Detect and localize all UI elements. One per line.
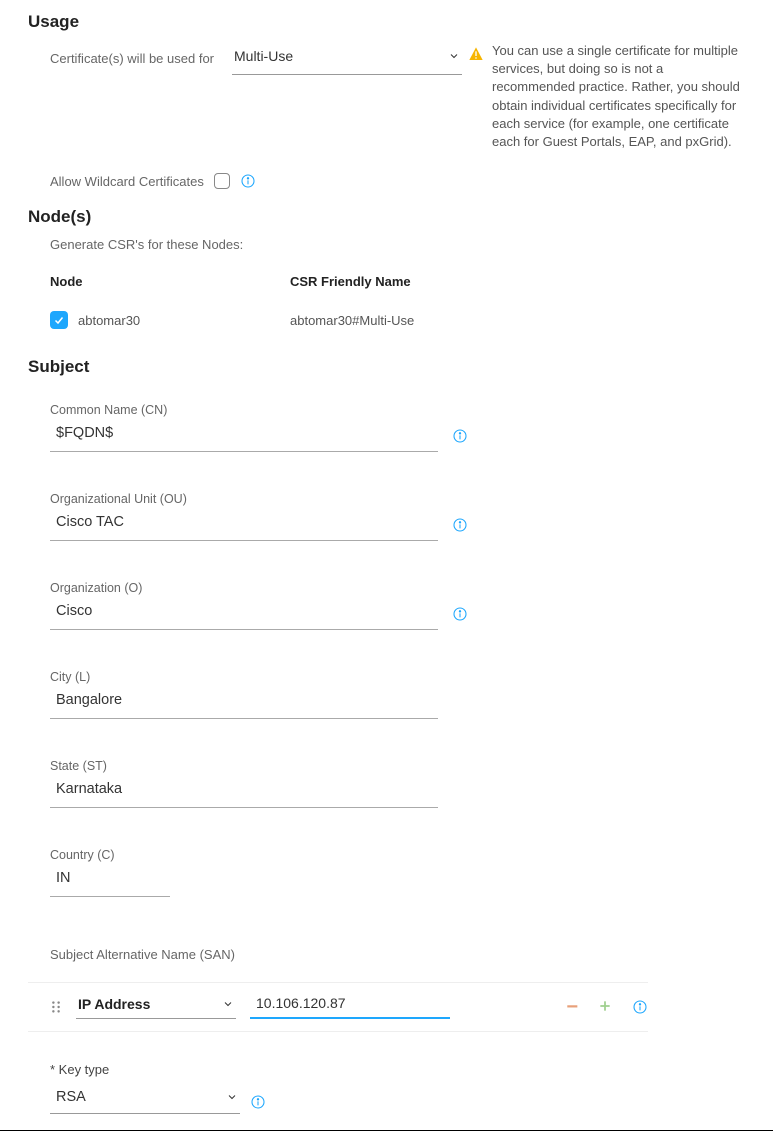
info-icon[interactable] — [452, 606, 468, 622]
l-label: City (L) — [50, 670, 468, 684]
info-icon[interactable] — [240, 173, 256, 189]
st-label: State (ST) — [50, 759, 468, 773]
add-san-button[interactable] — [598, 999, 612, 1016]
ou-label: Organizational Unit (OU) — [50, 492, 468, 506]
keytype-value: RSA — [56, 1089, 86, 1105]
table-row: abtomar30 abtomar30#Multi-Use — [50, 311, 745, 329]
nodes-heading: Node(s) — [28, 207, 745, 227]
nodes-desc: Generate CSR's for these Nodes: — [28, 237, 745, 252]
warning-icon — [468, 46, 484, 62]
l-input[interactable]: Bangalore — [50, 684, 438, 719]
c-input[interactable]: IN — [50, 862, 170, 897]
info-icon[interactable] — [452, 517, 468, 533]
csr-friendly-name: abtomar30#Multi-Use — [290, 313, 550, 328]
node-name: abtomar30 — [78, 313, 140, 328]
chevron-down-icon — [448, 50, 460, 62]
info-icon[interactable] — [632, 999, 648, 1015]
check-icon — [53, 314, 65, 326]
keytype-label: * Key type — [50, 1062, 745, 1077]
wildcard-checkbox[interactable] — [214, 173, 230, 189]
info-icon[interactable] — [250, 1094, 266, 1110]
ou-input[interactable]: Cisco TAC — [50, 506, 438, 541]
nodes-header-csr: CSR Friendly Name — [290, 274, 550, 289]
usage-heading: Usage — [28, 12, 745, 32]
o-label: Organization (O) — [50, 581, 468, 595]
san-label: Subject Alternative Name (SAN) — [28, 947, 745, 962]
usage-select-value: Multi-Use — [234, 48, 293, 64]
chevron-down-icon — [222, 998, 234, 1010]
wildcard-label: Allow Wildcard Certificates — [50, 174, 204, 189]
drag-handle-icon[interactable] — [50, 1000, 62, 1014]
nodes-header-node: Node — [50, 274, 290, 289]
usage-help-text: You can use a single certificate for mul… — [492, 42, 745, 151]
node-checkbox[interactable] — [50, 311, 68, 329]
o-input[interactable]: Cisco — [50, 595, 438, 630]
st-input[interactable]: Karnataka — [50, 773, 438, 808]
cn-input[interactable]: $FQDN$ — [50, 417, 438, 452]
san-row: IP Address 10.106.120.87 − — [28, 982, 648, 1032]
chevron-down-icon — [226, 1091, 238, 1103]
cn-label: Common Name (CN) — [50, 403, 468, 417]
subject-heading: Subject — [28, 357, 745, 377]
info-icon[interactable] — [452, 428, 468, 444]
san-type-select[interactable]: IP Address — [76, 996, 236, 1019]
c-label: Country (C) — [50, 848, 468, 862]
usage-label: Certificate(s) will be used for — [50, 51, 214, 66]
usage-select[interactable]: Multi-Use — [232, 42, 462, 75]
san-type-value: IP Address — [78, 996, 150, 1012]
keytype-select[interactable]: RSA — [50, 1089, 240, 1114]
remove-san-button[interactable]: − — [566, 997, 578, 1017]
